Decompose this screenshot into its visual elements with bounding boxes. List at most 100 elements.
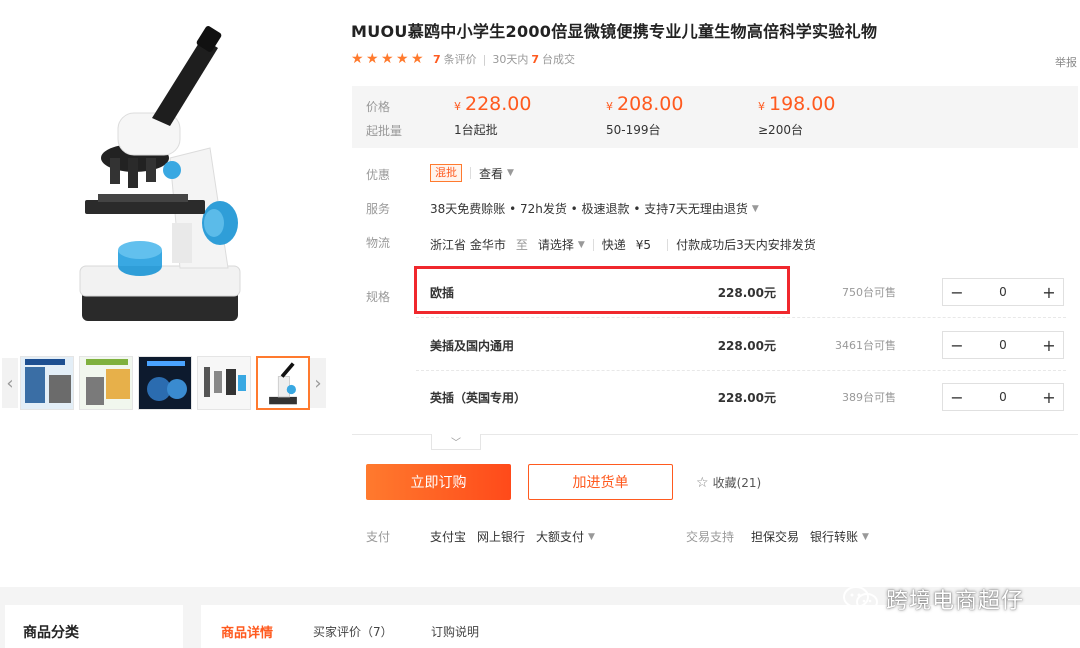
divider	[667, 238, 669, 251]
quantity-stepper: − 0 +	[942, 383, 1064, 411]
rating-separator: |	[482, 52, 487, 66]
plus-button[interactable]: +	[1035, 384, 1063, 410]
quantity-input[interactable]: 0	[971, 285, 1035, 299]
price-tier-2: ¥208.00 50-199台	[606, 93, 683, 138]
thumbnail-1[interactable]	[20, 356, 74, 410]
destination-select[interactable]: 请选择	[538, 236, 574, 253]
chevron-down-icon[interactable]: ▼	[588, 532, 595, 542]
qty-label: 起批量	[366, 124, 403, 138]
star-icon: ★	[366, 51, 379, 67]
expand-specs-chevron-icon[interactable]: ﹀	[431, 434, 481, 450]
tier-price: 208.00	[617, 93, 684, 115]
spec-price: 228.00元	[717, 339, 776, 353]
currency-symbol: ¥	[758, 100, 765, 113]
minus-button[interactable]: −	[943, 279, 971, 305]
trade-method-transfer[interactable]: 银行转账	[810, 528, 858, 545]
tier-qty: ≥200台	[758, 123, 803, 137]
thumbnail-strip: ‹ ›	[0, 354, 335, 412]
report-link[interactable]: 举报	[1055, 54, 1077, 70]
chevron-down-icon[interactable]: ▼	[862, 532, 869, 542]
promo-row: 混批 查看 ▼	[430, 164, 514, 182]
tab-product-details[interactable]: 商品详情	[221, 622, 273, 641]
thumbnail-4[interactable]	[197, 356, 251, 410]
divider	[470, 167, 471, 179]
payment-method-large[interactable]: 大额支付	[536, 528, 584, 545]
tab-order-instructions[interactable]: 订购说明	[431, 623, 479, 640]
wechat-icon	[843, 586, 878, 611]
star-icon: ★	[396, 51, 409, 67]
currency-symbol: ¥	[454, 100, 461, 113]
thumbnail-3[interactable]	[138, 356, 192, 410]
plus-button[interactable]: +	[1035, 332, 1063, 358]
favorite-label: 收藏(21)	[712, 476, 762, 490]
origin-location: 浙江省 金华市	[430, 238, 506, 252]
spec-row-3[interactable]: 英插（英国专用） 228.00元 389台可售 − 0 +	[416, 371, 1066, 423]
trade-method-escrow: 担保交易	[751, 530, 800, 544]
spec-stock: 3461台可售	[835, 339, 896, 352]
spec-row-2[interactable]: 美插及国内通用 228.00元 3461台可售 − 0 +	[416, 319, 1066, 371]
thumbnail-5[interactable]	[256, 356, 310, 410]
buy-now-button[interactable]: 立即订购	[366, 464, 511, 500]
service-text[interactable]: 38天免费赊账 • 72h发货 • 极速退款 • 支持7天无理由退货	[430, 200, 748, 217]
microscope-main-image[interactable]	[60, 18, 260, 338]
star-icon: ★	[411, 51, 424, 67]
chevron-down-icon[interactable]: ▼	[578, 240, 585, 250]
quantity-input[interactable]: 0	[971, 338, 1035, 352]
tier-price: 198.00	[769, 93, 836, 115]
add-to-cart-button[interactable]: 加进货单	[528, 464, 673, 500]
star-rating: ★ ★ ★ ★ ★	[351, 52, 425, 66]
star-icon: ★	[381, 51, 394, 67]
price-tier-1: ¥228.00 1台起批	[454, 93, 531, 138]
price-tier-3: ¥198.00 ≥200台	[758, 93, 835, 138]
tier-price: 228.00	[465, 93, 532, 115]
review-count[interactable]: 7	[433, 53, 441, 66]
quantity-input[interactable]: 0	[971, 390, 1035, 404]
deal-label: 台成交	[542, 53, 576, 66]
promo-view-link[interactable]: 查看	[479, 165, 503, 182]
rating-row: ★ ★ ★ ★ ★ 7 条评价 | 30天内 7 台成交	[351, 50, 575, 68]
thumb-prev-arrow-icon[interactable]: ‹	[2, 358, 18, 408]
payment-method-bank: 网上银行	[477, 530, 526, 544]
category-title: 商品分类	[23, 625, 79, 641]
favorite-button[interactable]: ☆ 收藏(21)	[696, 474, 761, 491]
divider	[592, 238, 594, 251]
payment-label: 支付	[366, 530, 391, 544]
wechat-watermark: 跨境电商超仔	[842, 583, 1024, 615]
minus-button[interactable]: −	[943, 384, 971, 410]
quantity-stepper: − 0 +	[942, 331, 1064, 359]
thumbnail-2[interactable]	[79, 356, 133, 410]
chevron-down-icon[interactable]: ▼	[752, 204, 759, 214]
logistics-label: 物流	[366, 236, 391, 250]
spec-label: 规格	[366, 290, 391, 304]
payment-method-alipay: 支付宝	[430, 530, 467, 544]
promo-label: 优惠	[366, 168, 391, 182]
quantity-stepper: − 0 +	[942, 278, 1064, 306]
promo-tag: 混批	[430, 164, 462, 182]
deal-count: 7	[531, 52, 540, 66]
minus-button[interactable]: −	[943, 332, 971, 358]
plus-button[interactable]: +	[1035, 279, 1063, 305]
thumb-next-arrow-icon[interactable]: ›	[310, 358, 326, 408]
ship-note: 付款成功后3天内安排发货	[676, 238, 816, 252]
spec-stock: 389台可售	[842, 391, 896, 404]
trade-support-label: 交易支持	[686, 530, 735, 544]
image-gallery: ‹ ›	[0, 0, 335, 430]
star-outline-icon: ☆	[696, 474, 709, 491]
review-label[interactable]: 条评价	[444, 51, 477, 67]
watermark-text: 跨境电商超仔	[886, 589, 1025, 614]
service-label: 服务	[366, 202, 391, 216]
tab-buyer-reviews[interactable]: 买家评价（7）	[313, 623, 393, 640]
payment-methods: 支付宝 网上银行 大额支付 ▼	[430, 528, 595, 545]
spec-name: 英插（英国专用）	[430, 391, 527, 405]
product-title: MUOU慕鸥中小学生2000倍显微镜便携专业儿童生物高倍科学实验礼物	[351, 22, 878, 41]
highlight-annotation-box	[414, 266, 790, 314]
deal-prefix: 30天内	[492, 53, 529, 66]
spec-stock: 750台可售	[842, 286, 896, 299]
trade-methods: 担保交易 银行转账 ▼	[751, 528, 869, 545]
star-icon: ★	[351, 51, 364, 67]
service-row: 38天免费赊账 • 72h发货 • 极速退款 • 支持7天无理由退货 ▼	[430, 200, 759, 217]
chevron-down-icon[interactable]: ▼	[507, 168, 514, 178]
shipping-fee: ¥5	[635, 237, 652, 252]
to-label: 至	[515, 238, 528, 252]
spec-name: 美插及国内通用	[430, 339, 515, 353]
